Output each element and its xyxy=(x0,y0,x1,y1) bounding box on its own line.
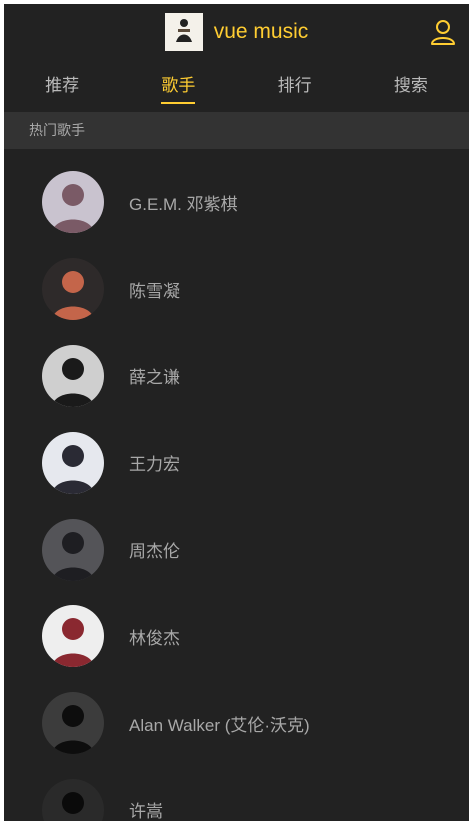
tab-singer[interactable]: 歌手 xyxy=(120,60,236,112)
singer-avatar xyxy=(42,518,104,581)
singer-avatar xyxy=(42,171,104,234)
group-title: 热门歌手 xyxy=(4,112,469,149)
tab-search[interactable]: 搜索 xyxy=(353,60,469,112)
app-header: vue music xyxy=(4,4,469,60)
singer-avatar xyxy=(42,344,104,407)
singer-name: 许嵩 xyxy=(129,802,163,821)
singer-item[interactable]: 王力宏 xyxy=(4,419,469,506)
logo-mark xyxy=(166,15,201,49)
singer-list: G.E.M. 邓紫棋 陈雪凝 薛之谦 王力宏 周杰伦 林俊杰 Alan Walk… xyxy=(4,149,469,821)
singer-item[interactable]: 陈雪凝 xyxy=(4,246,469,333)
app-root: vue music 推荐 歌手 排行 搜索 热门歌手 G.E.M. 邓紫棋 陈雪… xyxy=(4,4,469,821)
tab-recommend[interactable]: 推荐 xyxy=(4,60,120,112)
tab-bar: 推荐 歌手 排行 搜索 xyxy=(4,60,469,112)
singer-item[interactable]: 林俊杰 xyxy=(4,593,469,680)
singer-item[interactable]: 周杰伦 xyxy=(4,506,469,593)
app-title: vue music xyxy=(213,20,309,43)
singer-name: G.E.M. 邓紫棋 xyxy=(129,194,238,214)
singer-avatar xyxy=(42,778,104,821)
singer-name: Alan Walker (艾伦·沃克) xyxy=(129,715,310,735)
vue-music-logo xyxy=(164,13,203,51)
singer-name: 周杰伦 xyxy=(129,542,180,562)
singer-avatar xyxy=(42,605,104,668)
singer-item[interactable]: 薛之谦 xyxy=(4,333,469,420)
singer-avatar xyxy=(42,258,104,321)
singer-item[interactable]: G.E.M. 邓紫棋 xyxy=(4,159,469,246)
singer-avatar xyxy=(42,692,104,755)
singer-item[interactable]: 许嵩 xyxy=(4,767,469,821)
singer-avatar xyxy=(42,431,104,494)
singer-name: 薛之谦 xyxy=(129,368,180,388)
tab-rank[interactable]: 排行 xyxy=(237,60,353,112)
singer-item[interactable]: Alan Walker (艾伦·沃克) xyxy=(4,680,469,767)
singer-name: 林俊杰 xyxy=(129,628,180,648)
singer-name: 陈雪凝 xyxy=(129,281,180,301)
singer-name: 王力宏 xyxy=(129,455,180,475)
user-icon[interactable] xyxy=(429,18,457,46)
